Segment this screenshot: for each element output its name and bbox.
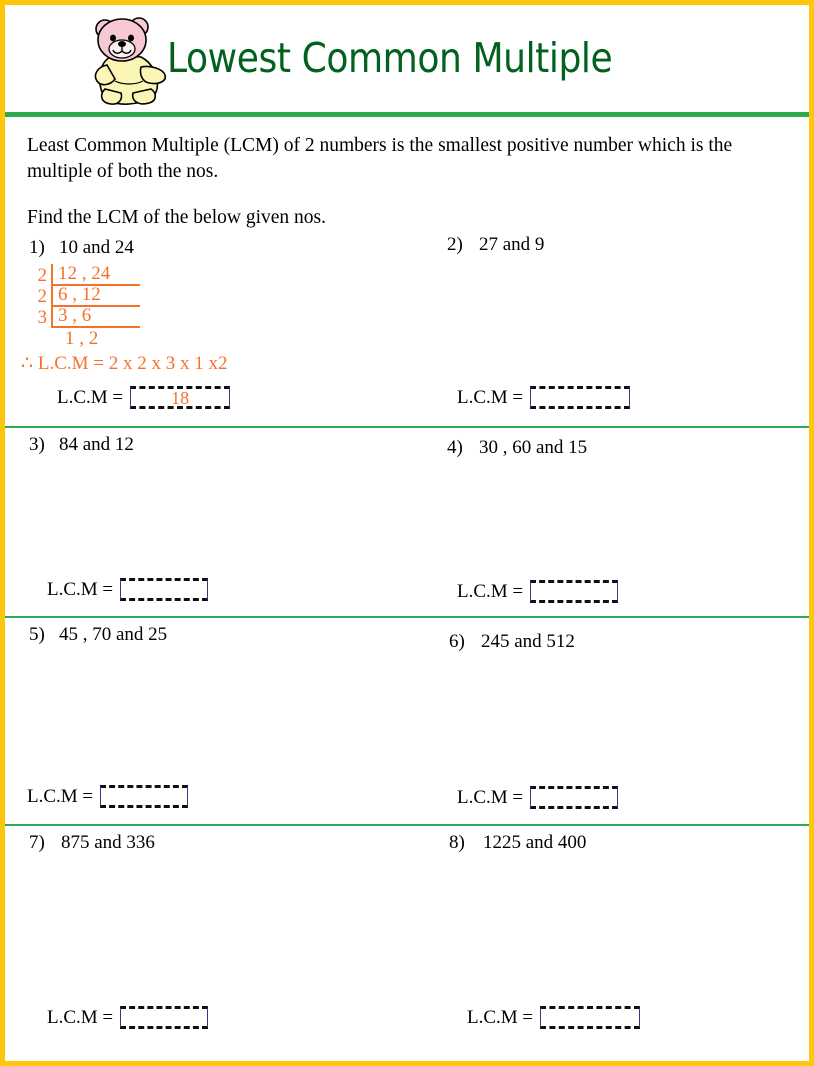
worksheet-header: Lowest Common Multiple bbox=[5, 5, 809, 117]
problem-cell-8: 8) 1225 and 400 L.C.M = bbox=[407, 826, 809, 1042]
ladder-pair: 1 , 2 bbox=[65, 328, 99, 350]
problem-text: 245 and 512 bbox=[481, 631, 575, 653]
worksheet-body: Least Common Multiple (LCM) of 2 numbers… bbox=[5, 117, 809, 1061]
problem-band-1: 1) 10 and 24 2 12 , 24 2 6 , 12 3 3 , 6 … bbox=[5, 231, 809, 426]
problem-band-4: 7) 875 and 336 L.C.M = 8) 1225 and 400 L… bbox=[5, 824, 809, 1042]
problem-number: 8) bbox=[449, 832, 465, 854]
answer-box-7[interactable] bbox=[120, 1006, 209, 1030]
answer-box-6[interactable] bbox=[530, 786, 619, 810]
problem-number: 6) bbox=[449, 631, 465, 653]
ladder-pair: 6 , 12 bbox=[51, 285, 140, 308]
ladder-row: 2 12 , 24 bbox=[21, 264, 227, 287]
ladder-row: 1 , 2 bbox=[21, 328, 227, 349]
problem-number: 7) bbox=[29, 832, 45, 854]
answer-box-2[interactable] bbox=[530, 386, 631, 410]
ladder-divisor: 3 bbox=[37, 307, 48, 329]
answer-label: L.C.M = bbox=[27, 785, 94, 807]
problem-number: 1) bbox=[29, 237, 45, 259]
answer-label: L.C.M = bbox=[47, 1006, 114, 1028]
intro-section: Least Common Multiple (LCM) of 2 numbers… bbox=[5, 117, 809, 231]
worked-solution: 2 12 , 24 2 6 , 12 3 3 , 6 1 , 2 ∴ L.C.M… bbox=[21, 263, 227, 374]
problem-text: 1225 and 400 bbox=[483, 832, 587, 854]
problem-number: 3) bbox=[29, 434, 45, 456]
division-ladder: 2 12 , 24 2 6 , 12 3 3 , 6 1 , 2 bbox=[21, 264, 227, 349]
problem-number: 5) bbox=[29, 624, 45, 646]
answer-label: L.C.M = bbox=[57, 386, 124, 408]
problem-cell-1: 1) 10 and 24 2 12 , 24 2 6 , 12 3 3 , 6 … bbox=[5, 231, 407, 426]
answer-label: L.C.M = bbox=[457, 786, 524, 808]
ladder-divisor: 2 bbox=[37, 265, 48, 287]
answer-box-4[interactable] bbox=[530, 580, 619, 604]
answer-row-5: L.C.M = bbox=[27, 785, 189, 809]
teddy-bear-icon bbox=[85, 9, 173, 109]
problem-text: 30 , 60 and 15 bbox=[479, 437, 588, 459]
answer-row-7: L.C.M = bbox=[47, 1006, 209, 1030]
ladder-pair: 3 , 6 bbox=[51, 306, 140, 329]
problem-band-2: 3) 84 and 12 L.C.M = 4) 30 , 60 and 15 L… bbox=[5, 426, 809, 616]
answer-row-8: L.C.M = bbox=[467, 1006, 641, 1030]
answer-box-5[interactable] bbox=[100, 785, 189, 809]
answer-label: L.C.M = bbox=[47, 578, 114, 600]
problem-cell-7: 7) 875 and 336 L.C.M = bbox=[5, 826, 407, 1042]
problem-cell-3: 3) 84 and 12 L.C.M = bbox=[5, 428, 407, 616]
lcm-definition: Least Common Multiple (LCM) of 2 numbers… bbox=[27, 135, 733, 183]
answer-label: L.C.M = bbox=[457, 386, 524, 408]
problem-cell-5: 5) 45 , 70 and 25 L.C.M = bbox=[5, 618, 407, 824]
answer-row-3: L.C.M = bbox=[47, 578, 209, 602]
answer-box-3[interactable] bbox=[120, 578, 209, 602]
problem-cell-6: 6) 245 and 512 L.C.M = bbox=[407, 618, 809, 824]
problem-number: 2) bbox=[447, 234, 463, 256]
answer-row-4: L.C.M = bbox=[457, 580, 619, 604]
problem-cell-4: 4) 30 , 60 and 15 L.C.M = bbox=[407, 428, 809, 616]
answer-row-2: L.C.M = bbox=[457, 386, 631, 410]
ladder-divisor: 2 bbox=[37, 286, 48, 308]
problem-number: 4) bbox=[447, 437, 463, 459]
problem-text: 45 , 70 and 25 bbox=[59, 624, 168, 646]
answer-box-8[interactable] bbox=[540, 1006, 641, 1030]
lcm-product-line: ∴ L.C.M = 2 x 2 x 3 x 1 x2 bbox=[21, 353, 228, 375]
answer-row-6: L.C.M = bbox=[457, 786, 619, 810]
ladder-pair: 12 , 24 bbox=[51, 264, 140, 287]
problem-band-3: 5) 45 , 70 and 25 L.C.M = 6) 245 and 512 bbox=[5, 616, 809, 824]
problem-text: 875 and 336 bbox=[61, 832, 155, 854]
answer-row-1: L.C.M = 18 bbox=[57, 386, 231, 410]
ladder-row: 2 6 , 12 bbox=[21, 285, 227, 308]
problem-text: 27 and 9 bbox=[479, 234, 545, 256]
instruction-text: Find the LCM of the below given nos. bbox=[27, 207, 326, 229]
problem-text: 84 and 12 bbox=[59, 434, 134, 456]
ladder-row: 3 3 , 6 bbox=[21, 306, 227, 329]
page-title: Lowest Common Multiple bbox=[167, 34, 613, 82]
problem-cell-2: 2) 27 and 9 L.C.M = bbox=[407, 231, 809, 426]
problem-text: 10 and 24 bbox=[59, 237, 134, 259]
answer-box-1[interactable]: 18 bbox=[130, 386, 231, 410]
worksheet-page: Lowest Common Multiple Least Common Mult… bbox=[0, 0, 814, 1066]
answer-label: L.C.M = bbox=[467, 1006, 534, 1028]
answer-label: L.C.M = bbox=[457, 580, 524, 602]
